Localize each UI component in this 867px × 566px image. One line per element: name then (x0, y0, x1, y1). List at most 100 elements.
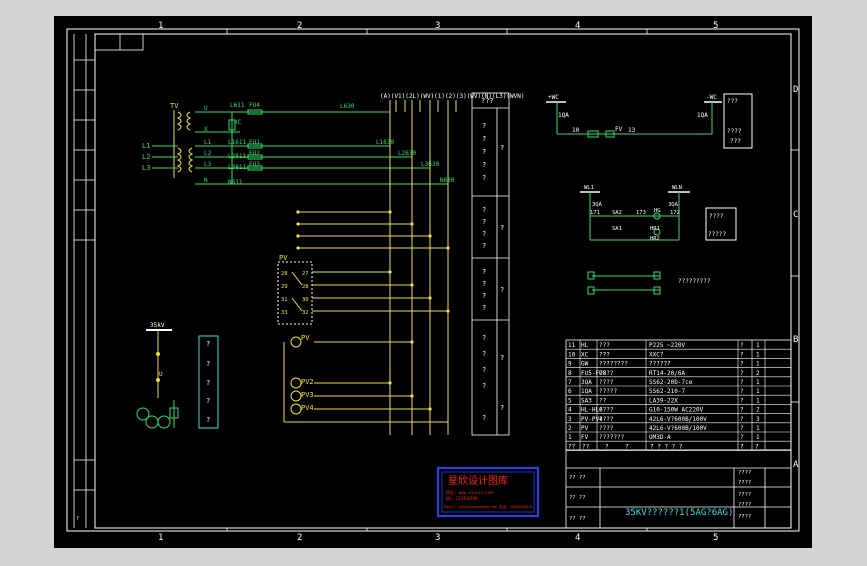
svg-text:L2630: L2630 (398, 150, 416, 157)
svg-text:?: ? (206, 360, 210, 368)
col-label: 5 (713, 533, 718, 543)
svg-text:L1611: L1611 (228, 139, 246, 146)
col-label: 4 (575, 533, 580, 543)
phase-labels: L1 L2 L3 (142, 142, 150, 172)
svg-text:HR1: HR1 (650, 226, 660, 232)
bom-cell: SS62-20b-7ce (649, 379, 693, 386)
bom-cell: 42L6-V?600B/100V (649, 416, 707, 423)
svg-text:3QA: 3QA (668, 202, 679, 208)
svg-text:FU3: FU3 (249, 161, 260, 168)
svg-text:?: ? (482, 350, 486, 358)
bom-cell: 2 (568, 425, 572, 432)
svg-text:????: ???? (738, 480, 751, 486)
svg-text:172: 172 (670, 210, 680, 216)
svg-text:???: ??? (730, 138, 741, 145)
col-label: 3 (435, 533, 440, 543)
svg-text:U: U (204, 105, 208, 112)
col-label: 4 (575, 21, 580, 31)
kv-label: 35kV (150, 322, 165, 329)
svg-text:WLN: WLN (672, 185, 682, 191)
svg-text:?????: ????? (708, 231, 726, 238)
svg-text:?: ? (76, 516, 79, 522)
svg-text:?: ? (482, 174, 486, 182)
stamp-line: QQ: 123456789 (446, 496, 478, 501)
bom-cell: ???? (599, 379, 614, 386)
svg-text:SA2: SA2 (612, 210, 622, 216)
stamp-line: Email: xinxindesign@qq.com 电话: 130123456… (444, 504, 532, 509)
col-label: 2 (297, 21, 302, 31)
svg-text:27: 27 (302, 271, 309, 277)
bom-cell: ? (740, 361, 744, 368)
svg-text:?: ? (206, 416, 210, 424)
svg-text:PV3: PV3 (301, 391, 314, 399)
svg-text:?: ? (482, 148, 486, 156)
bom-cell: ???? (599, 416, 614, 423)
svg-text:+WC: +WC (548, 94, 559, 101)
bom-cell: FV (581, 434, 589, 441)
svg-text:28: 28 (302, 284, 309, 290)
svg-text:?: ? (482, 268, 486, 276)
bom-cell: 3QA (581, 379, 592, 386)
svg-text:?: ? (206, 379, 210, 387)
bom-cell: ???? (599, 407, 614, 414)
svg-text:?: ? (482, 292, 486, 300)
svg-text:????: ???? (738, 492, 751, 498)
bom-cell: 1 (756, 361, 760, 368)
col-label: 3 (435, 21, 440, 31)
svg-text:???: ??? (727, 98, 738, 105)
svg-text:L1630: L1630 (376, 139, 394, 146)
bom-cell: 1 (756, 342, 760, 349)
svg-text:171: 171 (590, 210, 600, 216)
svg-text:L630: L630 (340, 103, 355, 110)
svg-text:?: ? (482, 206, 486, 214)
svg-text:29: 29 (281, 284, 288, 290)
svg-text:L2: L2 (204, 150, 212, 157)
bom-cell: ? (740, 370, 744, 377)
svg-text:?: ? (206, 397, 210, 405)
svg-text:?: ? (500, 354, 504, 362)
svg-text:PV: PV (301, 334, 310, 342)
svg-text:30: 30 (302, 297, 309, 303)
svg-text:L3: L3 (204, 161, 212, 168)
svg-text:?: ? (482, 366, 486, 374)
svg-text:?: ? (482, 304, 486, 312)
bom-cell: 2 (756, 407, 760, 414)
svg-text:WL1: WL1 (584, 185, 594, 191)
svg-text:?: ? (482, 334, 486, 342)
bom-cell: ? (740, 342, 744, 349)
svg-text:?? ??: ?? ?? (569, 495, 586, 501)
svg-text:????: ???? (738, 514, 751, 520)
svg-text:13: 13 (628, 127, 636, 134)
svg-text:L2: L2 (142, 153, 150, 161)
bom-cell: ?????? (649, 361, 671, 368)
bom-cell: ??? (599, 342, 610, 349)
svg-text:3QA: 3QA (592, 202, 603, 208)
svg-text:?? ??: ?? ?? (569, 475, 586, 481)
col-label: 5 (713, 21, 718, 31)
bom-cell: 1 (568, 434, 572, 441)
bom-cell: 3 (756, 416, 760, 423)
svg-text:L1: L1 (204, 139, 212, 146)
cad-viewport: 1 2 3 4 5 1 2 3 4 5 D C B A TV L1 L2 L3 (0, 0, 867, 562)
svg-text:?: ? (482, 122, 486, 130)
bom-cell: 5 (568, 397, 572, 404)
svg-text:L3: L3 (142, 164, 150, 172)
svg-text:10: 10 (572, 127, 580, 134)
bom-cell: 1 (756, 425, 760, 432)
bom-cell: ? (740, 379, 744, 386)
svg-text:?: ? (500, 286, 504, 294)
svg-text:?: ? (482, 135, 486, 143)
svg-text:????: ???? (709, 213, 724, 220)
bom-cell: ? (740, 351, 744, 358)
bom-cell: ? (740, 388, 744, 395)
bom-cell: 1 (756, 379, 760, 386)
bom-cell: HL (581, 342, 589, 349)
svg-text:?: ? (482, 280, 486, 288)
svg-text:?: ? (482, 382, 486, 390)
svg-text:?: ? (500, 224, 504, 232)
svg-text:?: ? (482, 161, 486, 169)
svg-text:?: ? (500, 404, 504, 412)
bom-cell: 42L6-V?600B/100V (649, 425, 707, 432)
bom-cell: 3 (568, 416, 572, 423)
bom-header-cell: ? (740, 443, 744, 450)
